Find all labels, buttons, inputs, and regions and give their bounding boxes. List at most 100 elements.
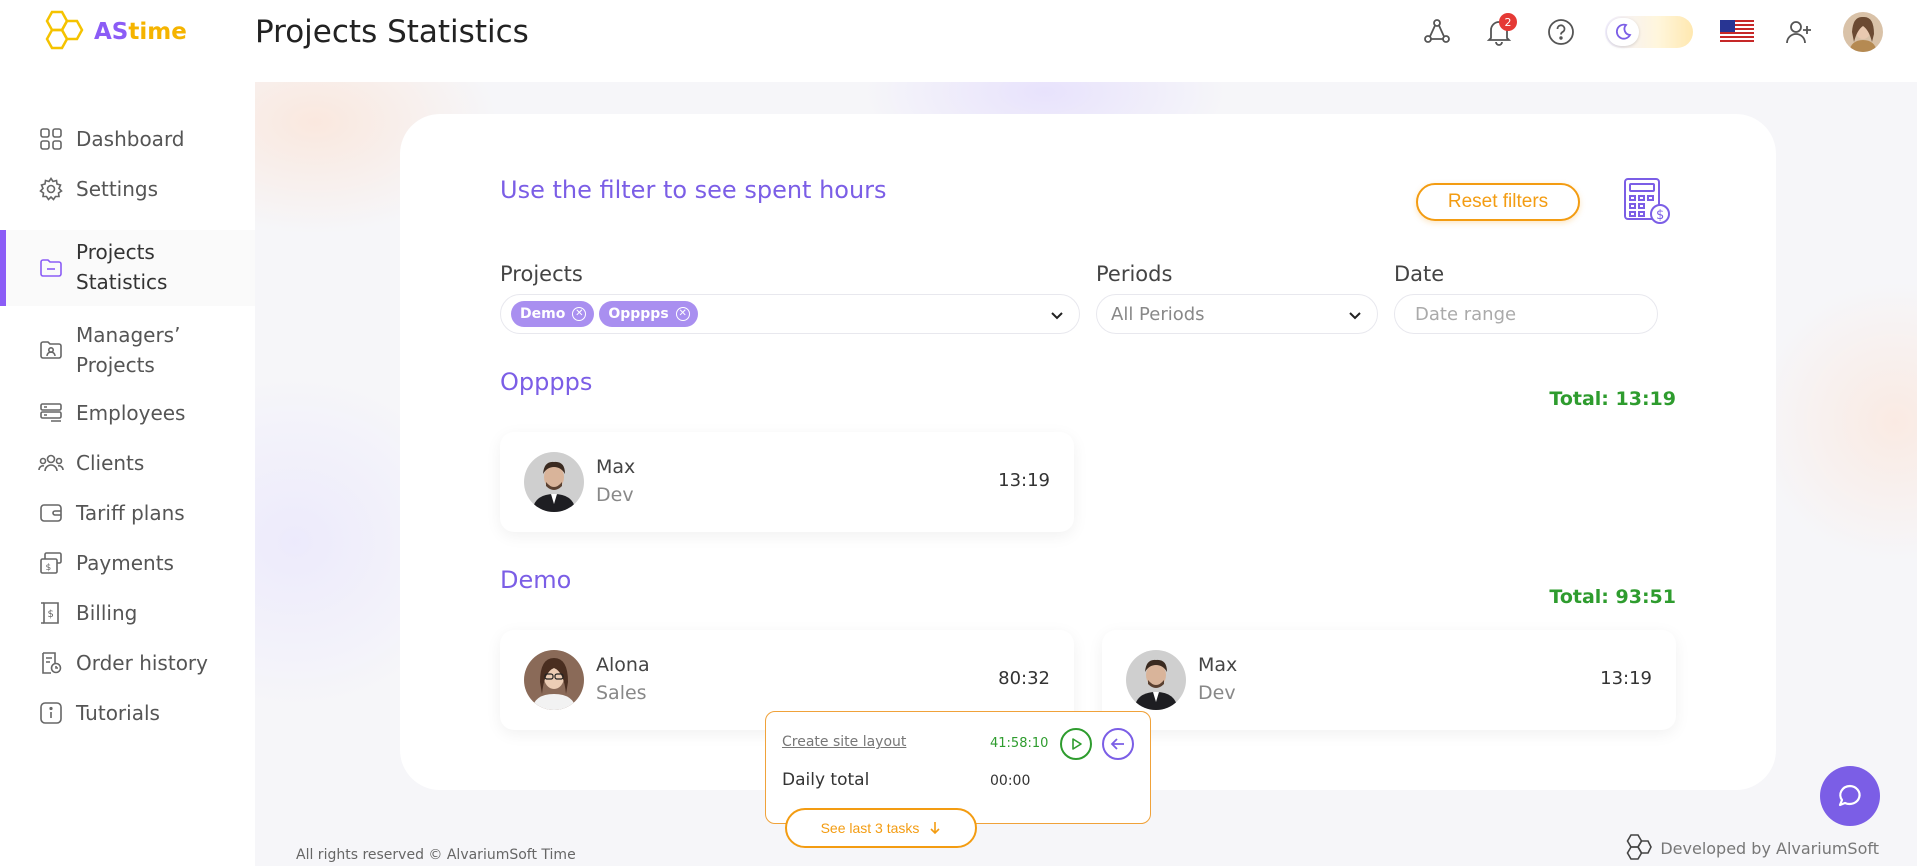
gear-icon [38,176,64,202]
daily-total-label: Daily total [782,770,870,790]
project-chip-opppps: Opppps ✕ [599,301,698,327]
employee-time: 13:19 [1600,668,1652,689]
grid-icon [38,126,64,152]
task-elapsed-time: 41:58:10 [990,736,1049,751]
sidebar-item-projects-statistics[interactable]: Projects Statistics [0,230,255,306]
user-avatar[interactable] [1843,12,1883,52]
daily-total-value: 00:00 [990,773,1031,789]
statistics-card: Use the filter to see spent hours Reset … [400,114,1776,790]
order-history-icon [38,650,64,676]
arrow-left-icon [1110,738,1124,750]
chip-remove-icon[interactable]: ✕ [572,307,587,321]
employee-card[interactable]: Max Dev 13:19 [500,432,1074,532]
calculator-icon[interactable]: $ [1622,176,1672,226]
see-last-tasks-button[interactable]: See last 3 tasks [785,808,977,848]
page-title: Projects Statistics [255,14,529,50]
sidebar-item-label: Projects Statistics [76,240,168,294]
current-task-link[interactable]: Create site layout [782,734,906,750]
avatar [1126,650,1186,710]
notification-badge: 2 [1499,13,1517,31]
employee-card[interactable]: Max Dev 13:19 [1102,630,1676,730]
sidebar-item-label: Billing [76,601,138,625]
help-icon[interactable] [1543,14,1579,50]
sidebar-item-label: Clients [76,451,145,475]
svg-text:$: $ [1656,208,1664,223]
chevron-down-icon[interactable] [1049,307,1065,323]
employee-role: Dev [596,484,634,506]
filter-hint: Use the filter to see spent hours [500,176,887,204]
sidebar-item-billing[interactable]: $ Billing [0,596,255,630]
projects-multiselect[interactable]: Demo ✕ Opppps ✕ [500,294,1080,334]
periods-select[interactable]: All Periods [1096,294,1378,334]
chat-support-button[interactable] [1820,766,1880,826]
periods-filter-label: Periods [1096,262,1173,286]
project-title: Opppps [500,368,593,396]
svg-text:$: $ [48,609,54,620]
employee-role: Dev [1198,682,1236,704]
sidebar-item-dashboard[interactable]: Dashboard [0,122,255,156]
info-icon [38,700,64,726]
employee-name: Max [1198,654,1238,676]
sidebar-item-label: Tariff plans [76,501,185,525]
back-button[interactable] [1102,728,1134,760]
payments-icon: $ [38,550,64,576]
sidebar-item-label: Employees [76,401,186,425]
header-actions: 2 [1419,12,1883,52]
add-user-icon[interactable] [1781,14,1817,50]
sidebar-item-order-history[interactable]: Order history [0,646,255,680]
wallet-icon [38,500,64,526]
sidebar-item-label: Payments [76,551,174,575]
manager-icon [38,337,64,363]
alvariumsoft-logo-icon [1626,834,1653,860]
svg-text:$: $ [46,563,52,573]
chip-remove-icon[interactable]: ✕ [675,307,690,321]
chevron-down-icon [1349,312,1361,320]
play-button[interactable] [1060,728,1092,760]
sidebar-item-clients[interactable]: Clients [0,446,255,480]
sidebar-item-settings[interactable]: Settings [0,172,255,206]
project-total: Total: 93:51 [1549,586,1676,608]
project-chip-demo: Demo ✕ [511,301,595,327]
avatar [524,650,584,710]
employee-time: 13:19 [998,470,1050,491]
avatar [524,452,584,512]
sidebar-item-tariff-plans[interactable]: Tariff plans [0,496,255,530]
clients-icon [38,450,64,476]
employee-name: Alona [596,654,650,676]
date-filter-label: Date [1394,262,1445,286]
sidebar-item-managers-projects[interactable]: Managers’ Projects [0,318,255,382]
sidebar: Dashboard Settings Projects Statistics Ma… [0,82,255,866]
project-title: Demo [500,566,572,594]
projects-filter-label: Projects [500,262,583,286]
honeycomb-logo-icon [45,10,84,50]
folder-icon [38,255,64,281]
sidebar-item-label: Managers’ Projects [76,323,181,377]
billing-icon: $ [38,600,64,626]
sidebar-item-payments[interactable]: $ Payments [0,546,255,580]
reset-filters-button[interactable]: Reset filters [1416,183,1580,221]
us-flag-icon[interactable] [1719,14,1755,50]
play-icon [1072,738,1082,750]
employee-time: 80:32 [998,668,1050,689]
project-total: Total: 13:19 [1549,388,1676,410]
date-range-placeholder: Date range [1415,303,1517,325]
moon-icon [1607,18,1639,46]
sidebar-item-label: Dashboard [76,127,185,151]
sidebar-item-label: Tutorials [76,701,160,725]
sidebar-item-tutorials[interactable]: Tutorials [0,696,255,730]
network-icon[interactable] [1419,14,1455,50]
footer-copyright: All rights reserved © AlvariumSoft Time [296,847,576,863]
logo-text-as: AS [94,19,129,45]
chat-icon [1838,784,1861,807]
periods-selected-value: All Periods [1111,303,1205,325]
sidebar-item-employees[interactable]: Employees [0,396,255,430]
app-logo[interactable]: AStime [38,10,187,54]
theme-toggle[interactable] [1605,16,1693,48]
employee-role: Sales [596,682,647,704]
employee-name: Max [596,456,636,478]
date-range-input[interactable]: Date range [1394,294,1658,334]
sidebar-item-label: Settings [76,177,159,201]
footer-developer[interactable]: Developed by AlvariumSoft [1622,834,1879,862]
bell-icon[interactable]: 2 [1481,13,1517,50]
logo-text-time: time [128,19,187,45]
